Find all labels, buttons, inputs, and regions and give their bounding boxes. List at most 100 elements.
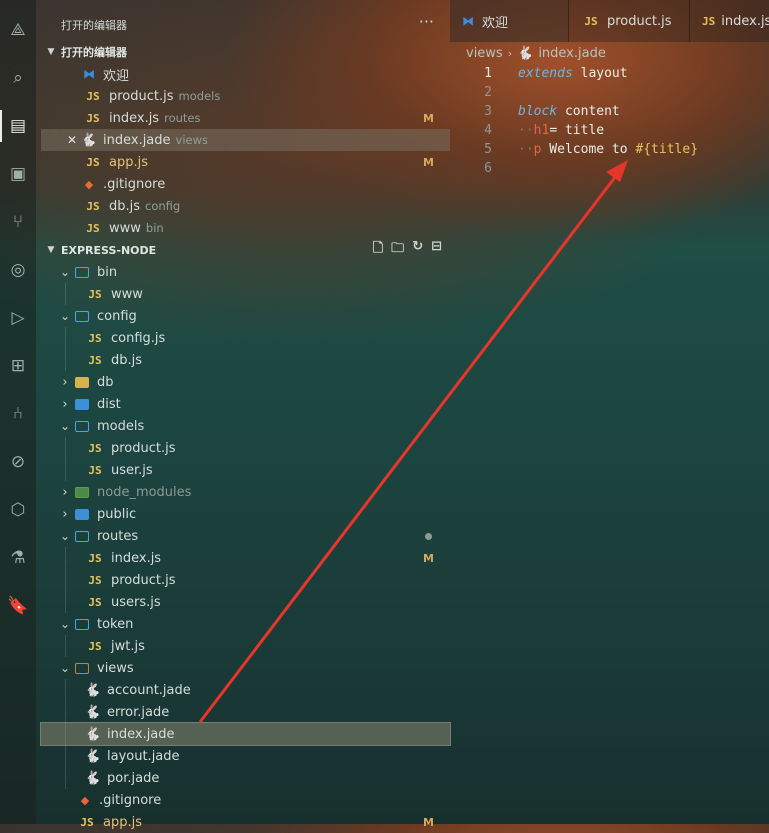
tree-item-label: models [97, 418, 145, 434]
remote-icon[interactable]: ◎ [6, 258, 30, 282]
new-file-icon[interactable]: 🗋 [373, 239, 383, 261]
open-editor-item[interactable]: ⧓ 欢迎 [41, 63, 450, 85]
folder-icon [75, 398, 89, 410]
open-editor-item[interactable]: ◆ .gitignore [41, 173, 450, 195]
chevron-down-icon: ▼ [47, 47, 55, 57]
more-actions-icon[interactable]: ··· [419, 12, 434, 31]
tree-file[interactable]: JS www [41, 283, 450, 305]
folder-icon [75, 420, 89, 432]
bookmark-icon[interactable]: 🔖 [6, 594, 30, 618]
source-control-icon[interactable]: ⑂ [6, 210, 30, 234]
tree-file[interactable]: 🐇 index.jade [40, 722, 451, 746]
tree-folder[interactable]: ⌄ models [41, 415, 450, 437]
folder-icon [75, 266, 89, 278]
tree-folder[interactable]: ⌄ routes [41, 525, 450, 547]
tree-folder[interactable]: › public [41, 503, 450, 525]
code-line: 6 [484, 161, 492, 176]
test-icon[interactable]: ⚗ [6, 546, 30, 570]
tab-index-js[interactable]: JS index.js [690, 0, 769, 42]
chevron-right-icon: › [62, 396, 68, 412]
tree-folder[interactable]: ⌄ bin [41, 261, 450, 283]
open-editor-item[interactable]: JS app.js M [41, 151, 450, 173]
tree-file[interactable]: JS users.js [41, 591, 450, 613]
tree-file[interactable]: 🐇 error.jade [41, 701, 450, 723]
tree-file[interactable]: JS product.js [41, 437, 450, 459]
tree-file[interactable]: ◆ .gitignore [41, 789, 450, 811]
open-editor-item[interactable]: JS db.js config [41, 195, 450, 217]
close-icon[interactable]: ✕ [67, 133, 77, 147]
indent-guide [65, 459, 66, 481]
explorer-section[interactable]: ▼ EXPRESS-NODE 🗋 🗀 ↻ ⊟ [41, 239, 450, 261]
tree-file[interactable]: JS app.js M [41, 811, 450, 833]
tree-item-label: db [97, 374, 114, 390]
indent-guide [65, 723, 66, 745]
tree-item-label: dist [97, 396, 121, 412]
chevron-down-icon: ⌄ [59, 617, 71, 631]
indent-guide [65, 547, 66, 569]
open-editor-item[interactable]: JS www bin [41, 217, 450, 239]
tree-file[interactable]: JS product.js [41, 569, 450, 591]
code-line: 3 block content [484, 104, 620, 119]
tree-file[interactable]: JS user.js [41, 459, 450, 481]
tree-folder[interactable]: ⌄ views [41, 657, 450, 679]
tree-item-label: node_modules [97, 484, 192, 500]
editor-tabs: ⧓ 欢迎 JS product.js JS index.js [450, 0, 769, 42]
tree-folder[interactable]: › dist [41, 393, 450, 415]
js-file-icon: JS [88, 463, 102, 477]
code-line: 1 extends layout [484, 66, 628, 81]
breadcrumb-folder[interactable]: views [466, 46, 503, 61]
modified-badge: M [423, 111, 434, 125]
tree-folder[interactable]: › node_modules [41, 481, 450, 503]
git-lens-icon[interactable]: ⊘ [6, 450, 30, 474]
tree-file[interactable]: JS db.js [41, 349, 450, 371]
tab-product-js[interactable]: JS product.js [569, 0, 689, 42]
jade-file-icon: 🐇 [84, 748, 102, 764]
open-editor-item[interactable]: JS product.js models [41, 85, 450, 107]
git-file-icon: ◆ [84, 177, 94, 191]
tree-item-label: user.js [111, 462, 153, 478]
js-file-icon: JS [86, 221, 100, 235]
git-graph-icon[interactable]: ⑃ [6, 402, 30, 426]
js-file-icon: JS [584, 14, 598, 28]
search-icon[interactable]: ⌕ [6, 66, 30, 90]
open-editors-section[interactable]: ▼ 打开的编辑器 [41, 41, 450, 63]
tree-folder[interactable]: ⌄ token [41, 613, 450, 635]
tree-file[interactable]: 🐇 layout.jade [41, 745, 450, 767]
open-editor-item[interactable]: JS index.js routes M [41, 107, 450, 129]
tree-file[interactable]: JS index.js M [41, 547, 450, 569]
tree-folder[interactable]: › db [41, 371, 450, 393]
tree-file[interactable]: 🐇 account.jade [41, 679, 450, 701]
indent-guide [65, 679, 66, 701]
vscode-logo-icon[interactable]: ⟁ [6, 18, 30, 42]
refresh-icon[interactable]: ↻ [412, 239, 423, 261]
tree-item-label: token [97, 616, 134, 632]
code-line: 2 [484, 85, 492, 100]
js-file-icon: JS [88, 353, 102, 367]
new-folder-icon[interactable]: 🗀 [391, 239, 404, 261]
tree-file[interactable]: 🐇 por.jade [41, 767, 450, 789]
chevron-down-icon: ⌄ [59, 529, 71, 543]
collapse-all-icon[interactable]: ⊟ [431, 239, 442, 261]
tree-item-label: product.js [111, 440, 176, 456]
tree-item-label: public [97, 506, 137, 522]
tree-folder[interactable]: ⌄ config [41, 305, 450, 327]
indent-guide [65, 283, 66, 305]
breadcrumb-file[interactable]: index.jade [538, 46, 606, 61]
cube-icon[interactable]: ⬡ [6, 498, 30, 522]
tab-welcome[interactable]: ⧓ 欢迎 [450, 0, 568, 42]
package-icon[interactable]: ▣ [6, 162, 30, 186]
open-editor-item[interactable]: ✕ 🐇 index.jade views [41, 129, 450, 151]
run-debug-icon[interactable]: ▷ [6, 306, 30, 330]
book-icon[interactable]: ▤ [0, 110, 30, 142]
extensions-icon[interactable]: ⊞ [6, 354, 30, 378]
tree-item-label: index.js [111, 550, 162, 566]
chevron-down-icon: ⌄ [59, 419, 71, 433]
tree-file[interactable]: JS config.js [41, 327, 450, 349]
indent-guide [65, 767, 66, 789]
tree-file[interactable]: JS jwt.js [41, 635, 450, 657]
chevron-down-icon: ⌄ [59, 309, 71, 323]
folder-icon [75, 662, 89, 674]
git-file-icon: ◆ [80, 793, 90, 807]
tree-item-label: app.js [103, 814, 142, 830]
chevron-right-icon: › [62, 506, 68, 522]
